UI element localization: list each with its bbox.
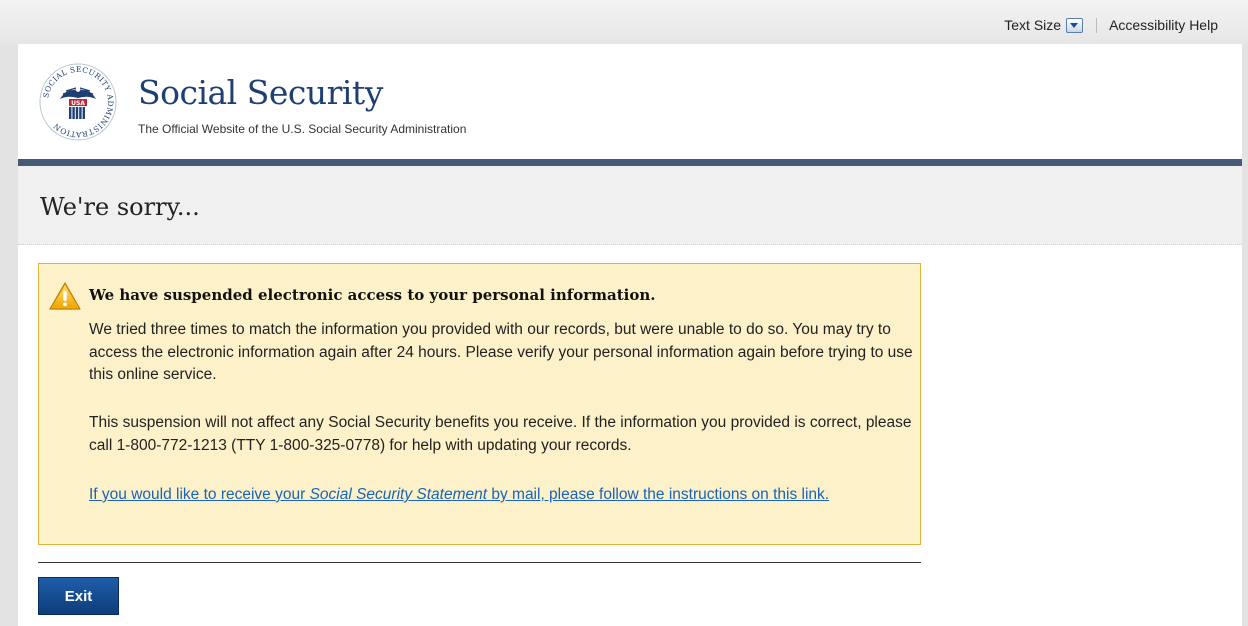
utility-separator — [1096, 17, 1098, 33]
header-divider — [18, 159, 1242, 166]
utility-bar: Text Size Accessibility Help — [0, 0, 1248, 44]
alert-paragraph-benefits: This suspension will not affect any Soci… — [89, 414, 912, 454]
text-size-dropdown-icon[interactable] — [1066, 17, 1084, 33]
link-text-end: by mail, please follow the instructions … — [487, 486, 830, 503]
page-container: SOCIAL SECURITY ADMINISTRATION USA Socia… — [18, 44, 1242, 626]
ssa-seal-logo[interactable]: SOCIAL SECURITY ADMINISTRATION USA — [38, 62, 118, 142]
page-title-band: We're sorry... — [18, 166, 1242, 245]
content-divider — [38, 562, 921, 563]
accessibility-help-link[interactable]: Accessibility Help — [1109, 17, 1218, 33]
alert-paragraph-attempts: We tried three times to match the inform… — [89, 321, 913, 383]
site-tagline: The Official Website of the U.S. Social … — [138, 122, 467, 136]
statement-by-mail-link[interactable]: If you would like to receive your Social… — [89, 484, 919, 507]
text-size-label[interactable]: Text Size — [1004, 17, 1061, 33]
link-text-statement: Social Security Statement — [309, 486, 488, 503]
site-title[interactable]: Social Security — [138, 73, 383, 112]
seal-usa-text: USA — [71, 100, 85, 107]
exit-button[interactable]: Exit — [38, 577, 119, 615]
link-text-start: If you would like to receive your — [89, 486, 310, 503]
utility-links: Text Size Accessibility Help — [1004, 17, 1218, 33]
site-header: SOCIAL SECURITY ADMINISTRATION USA Socia… — [18, 44, 1242, 159]
suspension-alert-box: We have suspended electronic access to y… — [38, 263, 921, 545]
page-title: We're sorry... — [40, 193, 200, 221]
warning-icon — [49, 282, 81, 310]
alert-heading: We have suspended electronic access to y… — [89, 286, 656, 304]
